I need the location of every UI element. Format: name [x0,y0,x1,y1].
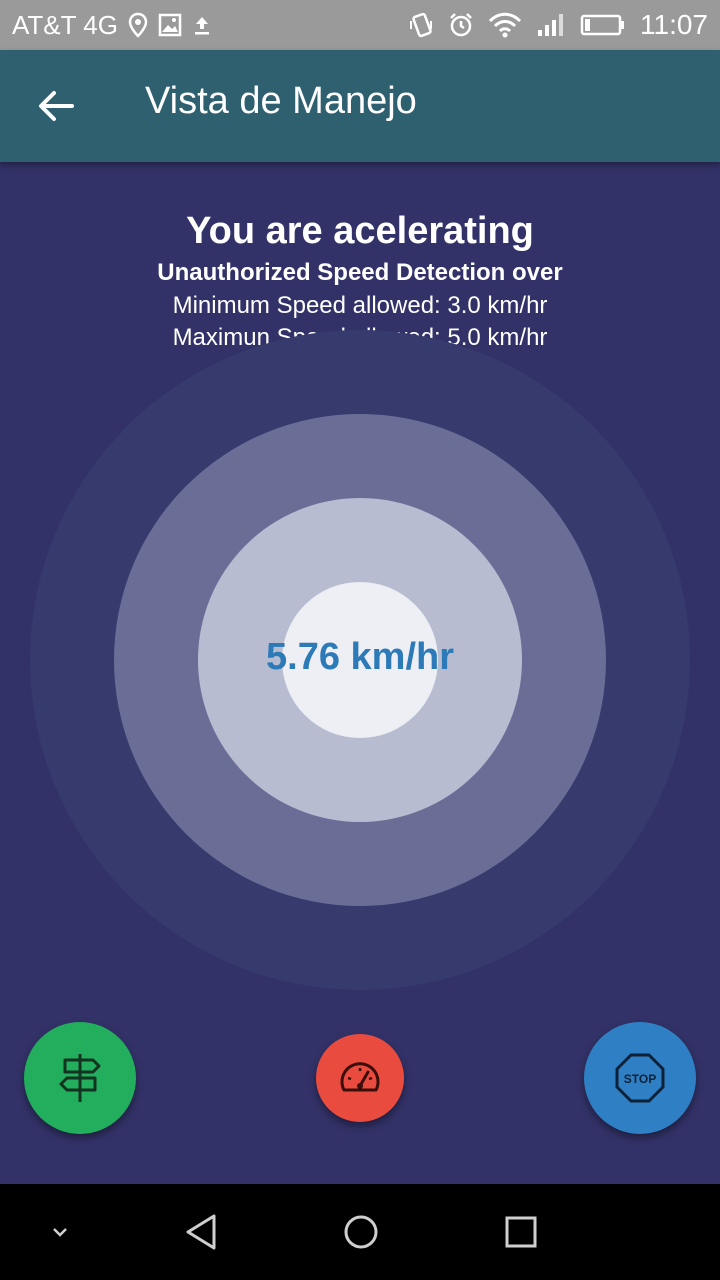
clock: 11:07 [640,9,708,40]
chevron-down-icon [53,1228,67,1237]
min-speed-label: Minimum Speed allowed: 3.0 km/hr [172,292,548,319]
nav-back-button[interactable] [170,1200,234,1264]
nav-recents-button[interactable] [489,1200,553,1264]
nav-collapse-button[interactable] [28,1200,92,1264]
home-circle-icon [344,1215,378,1249]
warning-subtitle: Unauthorized Speed Detection over [157,259,563,286]
back-triangle-icon [186,1214,216,1250]
image-icon [158,13,182,37]
recents-square-icon [505,1216,537,1248]
stop-label: STOP [624,1072,656,1086]
status-bar: AT&T 4G 11:07 [0,0,720,50]
wifi-icon [488,12,522,38]
speedometer-button[interactable] [316,1034,404,1122]
speedometer-icon [340,1062,380,1092]
stop-sign-icon: STOP [615,1053,665,1103]
warning-title: You are acelerating [186,210,534,252]
stop-button[interactable]: STOP [584,1022,696,1134]
signal-icon [536,12,566,38]
carrier-label: AT&T 4G [12,9,118,40]
back-button[interactable] [26,78,86,134]
nav-home-button[interactable] [329,1200,393,1264]
page-title: Vista de Manejo [145,80,417,122]
arrow-left-icon [39,91,74,121]
signpost-icon [59,1054,101,1102]
vibrate-icon [408,11,434,39]
alarm-icon [448,12,474,38]
system-nav-bar [0,1184,720,1280]
upload-icon [192,14,212,36]
current-speed: 5.76 km/hr [266,636,454,678]
location-icon [128,12,148,38]
route-button[interactable] [24,1022,136,1134]
battery-icon [580,13,626,37]
app-bar: Vista de Manejo [0,50,720,162]
